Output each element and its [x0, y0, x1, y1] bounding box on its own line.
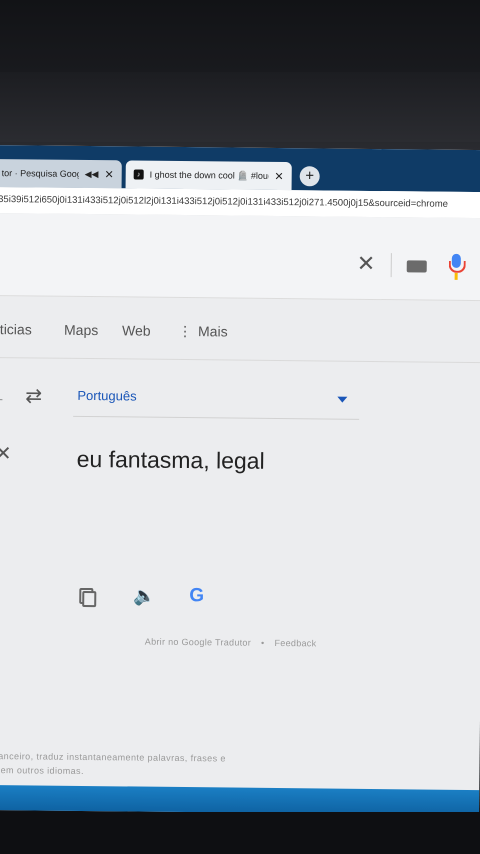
- tiktok-icon: ♪: [133, 169, 144, 180]
- url-text: /j35i39i512i650j0i131i433i512j0i512l2j0i…: [0, 193, 448, 210]
- target-language-select[interactable]: Português: [73, 377, 360, 420]
- speaker-icon[interactable]: 🔈: [133, 585, 156, 606]
- search-nav-tabs: oticias Maps Web ⋮ Mais: [0, 294, 480, 364]
- translate-footer: Abrir no Google Tradutor • Feedback: [144, 636, 317, 649]
- new-tab-button[interactable]: +: [299, 166, 320, 187]
- translate-widget: ← ⇄ Português ✕ eu fantasma, legal 🔈 G A…: [0, 357, 480, 815]
- browser-titlebar: tor · Pesquisa Google ◀◀ ✕ ♪ I ghost the…: [0, 145, 480, 193]
- taskbar: [0, 784, 480, 816]
- microphone-icon[interactable]: [448, 253, 466, 282]
- dropdown-caret-icon: [337, 396, 348, 403]
- feedback-link[interactable]: Feedback: [274, 638, 316, 648]
- monitor-bezel-strip: [0, 72, 480, 142]
- search-divider: [390, 253, 392, 278]
- result-toolbar: 🔈 G: [79, 585, 219, 619]
- google-icon[interactable]: G: [189, 585, 204, 607]
- open-in-translate-link[interactable]: Abrir no Google Tradutor: [145, 637, 251, 648]
- translator-description: financeiro, traduz instantaneamente pala…: [0, 749, 226, 779]
- search-box[interactable]: ✕: [0, 212, 480, 302]
- arrow-left-icon[interactable]: ←: [0, 389, 5, 405]
- tab-web[interactable]: Web: [122, 322, 151, 338]
- clear-source-icon[interactable]: ✕: [0, 441, 12, 466]
- close-tab-icon[interactable]: ✕: [104, 168, 113, 181]
- keyboard-icon[interactable]: [406, 260, 427, 273]
- monitor-bezel-bottom: [0, 812, 480, 854]
- tab-maps[interactable]: Maps: [64, 322, 98, 338]
- tab-tiktok-video[interactable]: ♪ I ghost the down cool 🪦 #loudg… ✕: [125, 160, 292, 191]
- close-icon[interactable]: ✕: [357, 251, 376, 276]
- description-line: e cem outros idiomas.: [0, 765, 84, 776]
- translation-result: eu fantasma, legal: [76, 445, 265, 474]
- tab-label: I ghost the down cool 🪦 #loudg…: [149, 169, 269, 181]
- tab-more[interactable]: ⋮ Mais: [178, 323, 228, 341]
- browser-screen: tor · Pesquisa Google ◀◀ ✕ ♪ I ghost the…: [0, 145, 480, 816]
- copy-icon[interactable]: [79, 587, 97, 608]
- more-label: Mais: [197, 323, 228, 340]
- close-tab-icon[interactable]: ✕: [274, 169, 283, 182]
- more-vert-icon: ⋮: [177, 322, 193, 340]
- tab-label: tor · Pesquisa Google: [1, 168, 79, 179]
- target-language-label: Português: [77, 387, 137, 404]
- muted-speaker-icon[interactable]: ◀◀: [85, 168, 99, 179]
- tab-news[interactable]: oticias: [0, 321, 32, 337]
- tab-google-search[interactable]: tor · Pesquisa Google ◀◀ ✕: [0, 158, 122, 189]
- swap-languages-icon[interactable]: ⇄: [25, 383, 42, 408]
